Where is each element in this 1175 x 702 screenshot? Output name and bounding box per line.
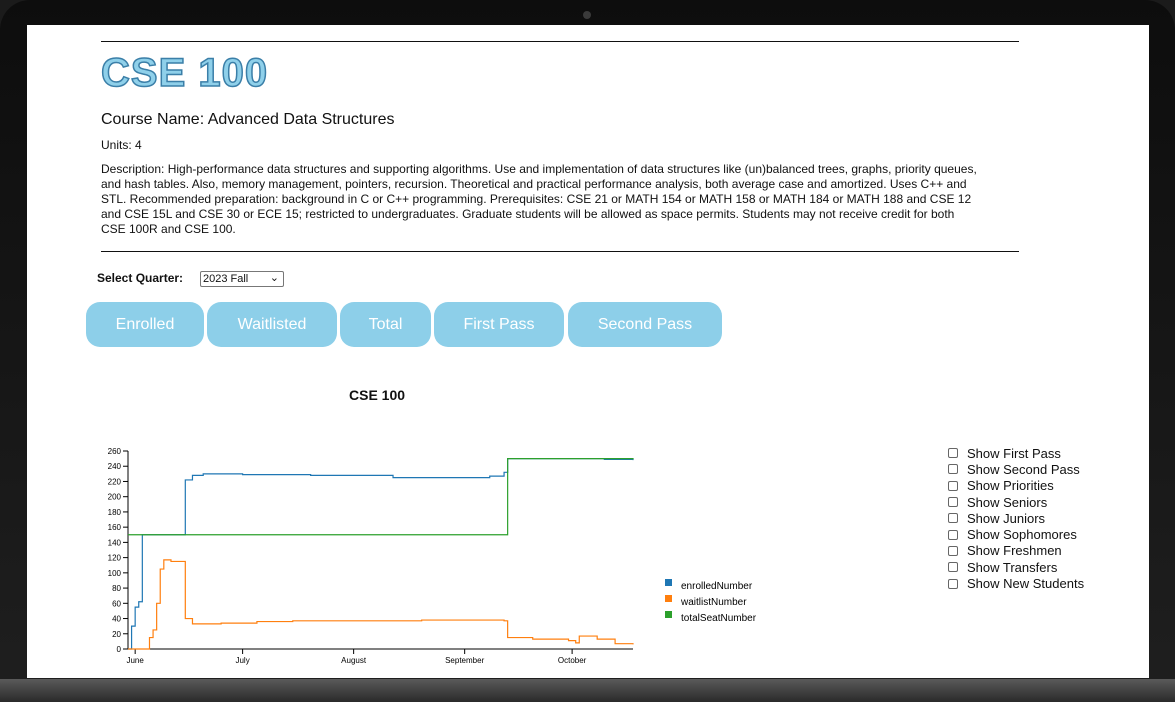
checkbox[interactable] (948, 480, 958, 491)
y-tick-label: 220 (108, 477, 122, 486)
second-pass-button[interactable]: Second Pass (568, 302, 722, 347)
chart-title: CSE 100 (349, 387, 406, 403)
y-tick-label: 240 (108, 462, 122, 471)
checkbox-label: Show Second Pass (967, 461, 1080, 477)
y-tick-label: 180 (108, 508, 122, 517)
legend-label: totalSeatNumber (681, 613, 757, 624)
top-divider (101, 41, 1019, 42)
checkbox[interactable] (948, 529, 958, 540)
laptop-base (0, 679, 1175, 702)
checkbox[interactable] (948, 448, 958, 459)
checkbox-label: Show Freshmen (967, 543, 1062, 559)
total-button[interactable]: Total (340, 302, 431, 347)
checkbox[interactable] (948, 464, 958, 475)
x-tick-label: October (558, 656, 587, 665)
y-tick-label: 40 (112, 615, 121, 624)
checkbox[interactable] (948, 562, 958, 573)
course-description: Description: High-performance data struc… (101, 162, 977, 236)
browser-viewport: CSE 100 Course Name: Advanced Data Struc… (27, 25, 1149, 678)
y-tick-label: 260 (108, 447, 122, 456)
checkbox-label: Show Sophomores (967, 527, 1077, 543)
y-tick-label: 20 (112, 630, 121, 639)
course-name: Course Name: Advanced Data Structures (101, 111, 395, 128)
y-tick-label: 100 (108, 569, 122, 578)
chevron-down-icon: ⌄ (269, 272, 279, 284)
x-tick-label: August (341, 656, 367, 665)
checkbox-row-second-pass[interactable]: Show Second Pass (948, 461, 1084, 477)
checkbox[interactable] (948, 513, 958, 524)
legend-label: waitlistNumber (680, 597, 747, 608)
checkbox-row-freshmen[interactable]: Show Freshmen (948, 543, 1084, 559)
checkbox-label: Show New Students (967, 576, 1085, 592)
legend-label: enrolledNumber (681, 581, 753, 592)
x-tick-label: September (445, 656, 484, 665)
page-title: CSE 100 (100, 50, 269, 96)
first-pass-button[interactable]: First Pass (434, 302, 564, 347)
y-tick-label: 80 (112, 584, 121, 593)
checkbox-row-new-students[interactable]: Show New Students (948, 575, 1084, 591)
series-line-waitlistNumber (128, 559, 634, 650)
options-checkbox-list: Show First Pass Show Second Pass Show Pr… (948, 445, 1084, 592)
legend-swatch (665, 611, 672, 618)
checkbox-row-sophomores[interactable]: Show Sophomores (948, 526, 1084, 542)
bottom-divider (101, 251, 1019, 252)
checkbox-label: Show Seniors (967, 494, 1048, 510)
quarter-select[interactable]: 2023 Fall ⌄ (200, 271, 284, 287)
legend-swatch (665, 595, 672, 602)
checkbox-label: Show Priorities (967, 478, 1054, 494)
y-tick-label: 200 (108, 493, 122, 502)
waitlisted-button[interactable]: Waitlisted (207, 302, 337, 347)
checkbox-label: Show Juniors (967, 510, 1046, 526)
x-tick-label: July (235, 656, 249, 665)
quarter-label: Select Quarter: (97, 271, 184, 285)
checkbox-row-first-pass[interactable]: Show First Pass (948, 445, 1084, 461)
y-tick-label: 60 (112, 599, 121, 608)
checkbox[interactable] (948, 497, 958, 508)
checkbox[interactable] (948, 545, 958, 556)
checkbox-row-juniors[interactable]: Show Juniors (948, 510, 1084, 526)
x-tick-label: June (126, 656, 144, 665)
legend-swatch (665, 579, 672, 586)
checkbox-label: Show Transfers (967, 559, 1058, 575)
y-tick-label: 160 (108, 523, 122, 532)
y-tick-label: 120 (108, 554, 122, 563)
quarter-select-value: 2023 Fall (203, 273, 249, 285)
y-tick-label: 0 (117, 645, 122, 654)
checkbox[interactable] (948, 578, 958, 589)
checkbox-label: Show First Pass (967, 445, 1061, 461)
series-line-totalSeatNumber (128, 458, 634, 536)
checkbox-row-seniors[interactable]: Show Seniors (948, 494, 1084, 510)
enrollment-chart: 0 20 40 60 80 100 120 140 160 180 200 220 240 260 June… (108, 447, 757, 665)
enrolled-button[interactable]: Enrolled (86, 302, 204, 347)
course-units: Units: 4 (101, 138, 142, 152)
checkbox-row-priorities[interactable]: Show Priorities (948, 478, 1084, 494)
camera-icon (583, 11, 591, 19)
checkbox-row-transfers[interactable]: Show Transfers (948, 559, 1084, 575)
y-tick-label: 140 (108, 538, 122, 547)
